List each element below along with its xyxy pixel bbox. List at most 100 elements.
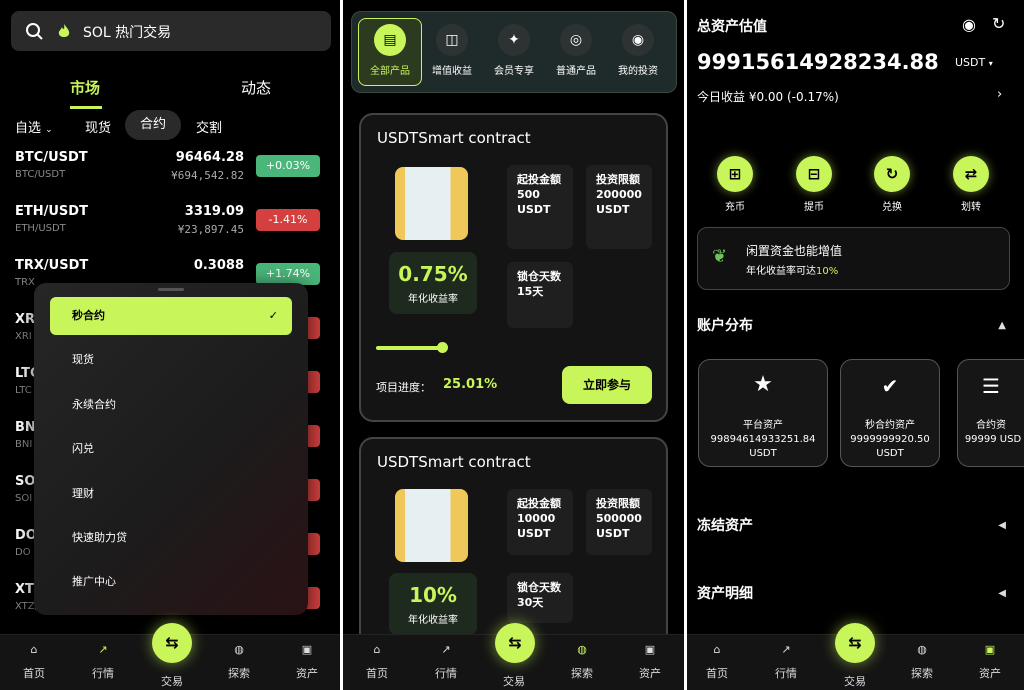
investment-limit: 投资限额 500000 USDT (586, 489, 652, 555)
fire-icon (58, 24, 70, 37)
sub-tab-contract[interactable]: 合约 (125, 110, 181, 140)
menu-item-finance[interactable]: 理财 (50, 475, 292, 513)
drag-handle[interactable] (158, 288, 184, 291)
category-bar: ▤ 全部产品 ◫ 增值收益 ✦ 会员专享 ◎ 普通产品 ◉ 我的投资 (351, 11, 677, 93)
currency-select[interactable]: USDT ▾ (955, 56, 993, 69)
chevron-right-icon[interactable]: › (997, 87, 1002, 102)
lock-days: 锁仓天数 15天 (507, 262, 573, 328)
change-badge: -1.41% (256, 209, 320, 231)
market-screen: SOL 热门交易 市场 动态 自选 ⌄ 现货 合约 交割 BTC/USDT BTC… (0, 0, 340, 690)
menu-item-perpetual[interactable]: 永续合约 (50, 386, 292, 424)
nav-market[interactable]: ↗ 行情 (78, 643, 128, 681)
exchange-icon: ↻ (874, 156, 910, 192)
coin-price: 3319.09 (184, 204, 244, 219)
coin-pair: BTC/USDT (15, 150, 88, 165)
idle-title: 闲置资金也能增值 (746, 244, 843, 258)
nav-home[interactable]: ⌂ 首页 (692, 643, 742, 681)
coin-price: 0.3088 (193, 258, 244, 273)
bottom-nav: ⌂ 首页 ↗ 行情 ⇆ 交易 ◍ 探索 ▣ 资产 (343, 623, 684, 690)
join-button[interactable]: 立即参与 (562, 366, 652, 404)
nav-assets[interactable]: ▣ 资产 (625, 643, 675, 681)
coin-cny-price: ¥23,897.45 (177, 223, 244, 236)
change-badge: +0.03% (256, 155, 320, 177)
total-assets: 99915614928234.88 (697, 50, 939, 74)
sub-tab-delivery[interactable]: 交割 (196, 117, 222, 136)
progress-label: 项目进度： (376, 381, 431, 394)
transfer-button[interactable]: ⇄ 划转 (941, 156, 1001, 213)
coin-row[interactable]: ETH/USDT ETH/USDT 3319.09 ¥23,897.45 -1.41% (0, 204, 340, 258)
coin-row[interactable]: BTC/USDT BTC/USDT 96464.28 ¥694,542.82 +0.03… (0, 150, 340, 204)
expand-arrow-icon[interactable]: ◀ (998, 520, 1006, 531)
coin-sub: ETH/USDT (15, 223, 66, 234)
nav-assets[interactable]: ▣ 资产 (282, 643, 332, 681)
menu-item-promotion[interactable]: 推广中心 (50, 563, 292, 601)
chevron-down-icon: ⌄ (45, 125, 53, 135)
withdraw-icon: ⊟ (796, 156, 832, 192)
refresh-icon[interactable]: ↻ (992, 14, 1005, 33)
withdraw-button[interactable]: ⊟ 提币 (784, 156, 844, 213)
product-title: USDTSmart contract (377, 129, 531, 147)
eye-icon[interactable]: ◉ (962, 15, 976, 34)
idle-fund-banner[interactable]: ❦ 闲置资金也能增值 年化收益率可达10% (697, 227, 1010, 290)
nav-trade-label: 交易 (503, 675, 525, 688)
category-my-investment[interactable]: ◉ 我的投资 (608, 24, 668, 77)
expand-arrow-icon[interactable]: ◀ (998, 588, 1006, 599)
sub-tab-spot[interactable]: 现货 (85, 117, 111, 136)
sprout-icon: ❦ (712, 246, 728, 267)
progress-knob (437, 342, 448, 353)
nav-explore[interactable]: ◍ 探索 (214, 643, 264, 681)
nav-explore[interactable]: ◍ 探索 (897, 643, 947, 681)
trend-icon: ↗ (98, 643, 108, 656)
wallet-icon: ▣ (301, 643, 313, 656)
nav-home[interactable]: ⌂ 首页 (9, 643, 59, 681)
contract-type-menu: 秒合约 ✓ 现货 永续合约 闪兑 理财 快速助力贷 推广中心 (34, 283, 308, 615)
nav-trade-button[interactable]: ⇆ (495, 623, 535, 663)
asset-card-platform[interactable]: ★ 平台资产 99894614933251.84 USDT (698, 359, 828, 467)
coin-pair: XT (15, 582, 34, 597)
nav-assets[interactable]: ▣ 资产 (965, 643, 1015, 681)
coin-pair: SO (15, 474, 36, 489)
menu-item-spot[interactable]: 现货 (50, 341, 292, 379)
trend-icon: ↗ (781, 643, 791, 656)
chevron-down-icon: ▾ (988, 59, 993, 68)
category-all[interactable]: ▤ 全部产品 (360, 24, 420, 77)
nav-home[interactable]: ⌂ 首页 (352, 643, 402, 681)
collapse-arrow-icon[interactable]: ▲ (998, 320, 1006, 331)
coin-sub: BNI (15, 439, 33, 450)
nav-trade-button[interactable]: ⇆ (152, 623, 192, 663)
compass-icon: ◍ (234, 643, 244, 656)
search-bar[interactable]: SOL 热门交易 (11, 11, 331, 51)
compass-icon: ◍ (577, 643, 587, 656)
frozen-title[interactable]: 冻结资产 (697, 515, 753, 535)
nav-market[interactable]: ↗ 行情 (761, 643, 811, 681)
coins-icon: ◎ (560, 24, 592, 56)
nav-trade-button[interactable]: ⇆ (835, 623, 875, 663)
menu-item-flash-swap[interactable]: 闪兑 (50, 430, 292, 468)
deposit-button[interactable]: ⊞ 充币 (705, 156, 765, 213)
sub-tab-favorites[interactable]: 自选 ⌄ (15, 117, 53, 136)
swap-icon: ⇆ (848, 633, 862, 652)
tab-market[interactable]: 市场 (70, 77, 100, 98)
nav-explore[interactable]: ◍ 探索 (557, 643, 607, 681)
nav-market[interactable]: ↗ 行情 (421, 643, 471, 681)
annual-rate: 0.75% 年化收益率 (389, 252, 477, 314)
category-member[interactable]: ✦ 会员专享 (484, 24, 544, 77)
tab-news[interactable]: 动态 (241, 77, 271, 98)
user-icon: ◉ (622, 24, 654, 56)
annual-rate: 10% 年化收益率 (389, 573, 477, 635)
detail-title[interactable]: 资产明细 (697, 583, 753, 603)
category-value-added[interactable]: ◫ 增值收益 (422, 24, 482, 77)
asset-card-contract[interactable]: ☰ 合约资 99999 USD (957, 359, 1024, 467)
asset-card-second-contract[interactable]: ✔ 秒合约资产 9999999920.50 USDT (840, 359, 940, 467)
menu-item-loan[interactable]: 快速助力贷 (50, 519, 292, 557)
category-normal[interactable]: ◎ 普通产品 (546, 24, 606, 77)
menu-item-second-contract[interactable]: 秒合约 ✓ (50, 297, 292, 335)
transfer-icon: ⇄ (953, 156, 989, 192)
exchange-button[interactable]: ↻ 兑换 (862, 156, 922, 213)
investment-limit: 投资限额 200000 USDT (586, 165, 652, 249)
trend-icon: ↗ (441, 643, 451, 656)
compass-icon: ◍ (917, 643, 927, 656)
min-investment: 起投金额 10000 USDT (507, 489, 573, 555)
progress-bar (376, 346, 444, 350)
wallet-icon: ▤ (374, 24, 406, 56)
